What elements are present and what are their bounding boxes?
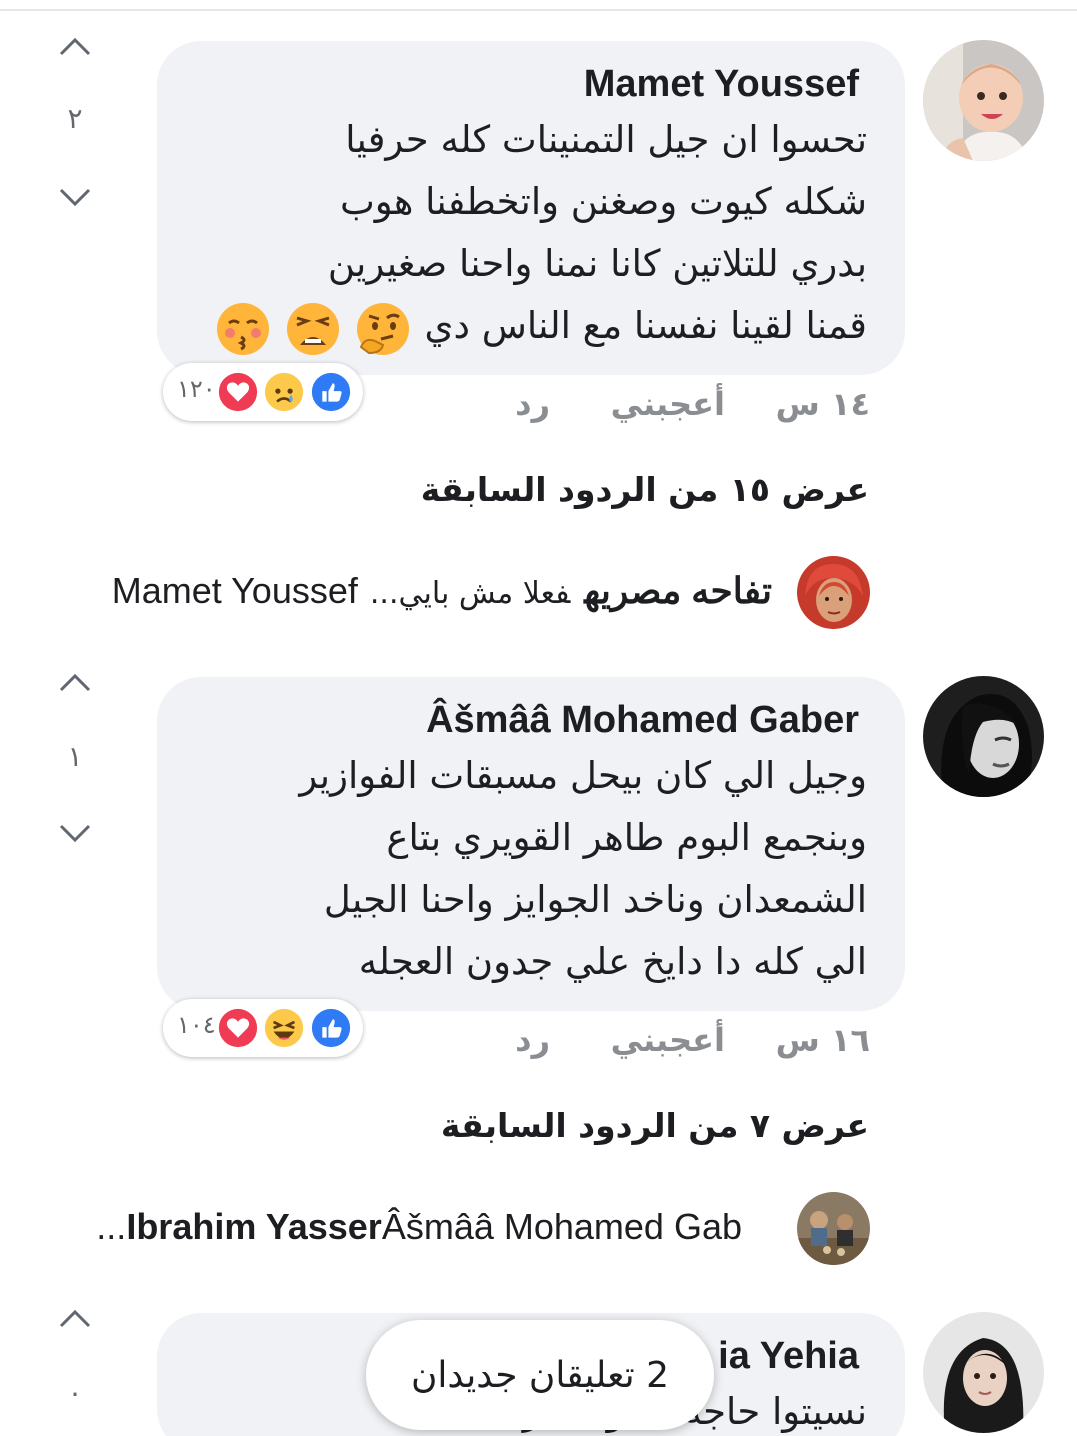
vote-control: ٠ bbox=[40, 1302, 110, 1436]
view-previous-replies[interactable]: عرض ٧ من الردود السابقة bbox=[441, 1106, 869, 1145]
sad-reaction-icon bbox=[261, 369, 307, 415]
comment-bubble: Mamet Youssef تحسوا ان جيل التمنينات كله… bbox=[157, 41, 905, 375]
vote-control: ١ bbox=[40, 666, 110, 866]
like-reaction-icon bbox=[308, 369, 354, 415]
reaction-count: ١٠٤ bbox=[177, 1011, 216, 1039]
comment-author[interactable]: Mamet Youssef bbox=[157, 59, 867, 109]
reply-avatar[interactable] bbox=[797, 1192, 870, 1265]
reply-avatar[interactable] bbox=[797, 556, 870, 629]
upvote-chevron-icon[interactable] bbox=[57, 34, 93, 58]
comment-time: ١٤ س bbox=[775, 385, 870, 423]
comment-text-line: الي كله دا دايخ علي جدون العجله bbox=[358, 940, 867, 983]
comment-time: ١٦ س bbox=[775, 1021, 870, 1059]
downvote-chevron-icon[interactable] bbox=[57, 186, 93, 210]
comment-text-line: قمنا لقينا نفسنا مع الناس دي bbox=[157, 295, 867, 359]
like-reaction-icon bbox=[308, 1005, 354, 1051]
love-reaction-icon bbox=[215, 1005, 261, 1051]
upvote-chevron-icon[interactable] bbox=[57, 670, 93, 694]
vote-control: ٢ bbox=[40, 30, 110, 230]
reaction-count: ١٢٠ bbox=[177, 375, 216, 403]
upvote-chevron-icon[interactable] bbox=[57, 1306, 93, 1330]
emoji-group bbox=[213, 297, 411, 359]
love-reaction-icon bbox=[215, 369, 261, 415]
reply-preview[interactable]: تفاحه مصريه فعلا مش بايي... Mamet Youssef bbox=[112, 570, 772, 612]
vote-count: ١ bbox=[67, 740, 83, 773]
top-divider bbox=[0, 9, 1077, 11]
avatar[interactable] bbox=[923, 1312, 1044, 1433]
new-comments-button[interactable]: 2 تعليقان جديدان bbox=[366, 1320, 714, 1430]
downvote-chevron-icon[interactable] bbox=[57, 822, 93, 846]
haha-reaction-icon bbox=[261, 1005, 307, 1051]
comment-text-line: شكله كيوت وصغنن واتخطفنا هوب bbox=[339, 180, 867, 223]
weary-face-icon bbox=[286, 303, 339, 355]
like-link[interactable]: أعجبني bbox=[611, 385, 725, 423]
kissing-face-icon bbox=[216, 303, 269, 355]
reaction-summary[interactable]: ١٢٠ bbox=[163, 363, 363, 421]
comment-text: قمنا لقينا نفسنا مع الناس دي bbox=[424, 304, 867, 347]
reply-snippet: فعلا مش بايي... bbox=[369, 576, 571, 611]
avatar[interactable] bbox=[923, 676, 1044, 797]
comment-text-line: الشمعدان وناخد الجوايز واحنا الجيل bbox=[323, 878, 867, 921]
like-link[interactable]: أعجبني bbox=[611, 1021, 725, 1059]
thinking-face-icon bbox=[356, 303, 409, 355]
avatar[interactable] bbox=[923, 40, 1044, 161]
comment-author[interactable]: Âšmââ Mohamed Gaber bbox=[157, 695, 867, 745]
comment-bubble: Âšmââ Mohamed Gaber وجيل الي كان بيحل مس… bbox=[157, 677, 905, 1011]
reply-link[interactable]: رد bbox=[515, 1021, 550, 1059]
vote-count: ٢ bbox=[67, 102, 83, 135]
vote-count: ٠ bbox=[67, 1376, 83, 1409]
comment-text-line: بدري للتلاتين كانا نمنا واحنا صغيرين bbox=[327, 242, 867, 285]
reply-to-name: Mamet Youssef bbox=[111, 570, 358, 611]
reply-author: Ibrahim Yasser bbox=[126, 1206, 382, 1247]
view-previous-replies[interactable]: عرض ١٥ من الردود السابقة bbox=[421, 470, 869, 509]
reply-link[interactable]: رد bbox=[515, 385, 550, 423]
comment-text-line: وجيل الي كان بيحل مسبقات الفوازير bbox=[299, 754, 867, 797]
reply-preview[interactable]: Ibrahim YasserÂšmââ Mohamed Gab... bbox=[96, 1206, 772, 1248]
comment-text-line: تحسوا ان جيل التمنينات كله حرفيا bbox=[345, 118, 867, 161]
comment-text-line: وبنجمع البوم طاهر القويري بتاع bbox=[386, 816, 867, 859]
reaction-summary[interactable]: ١٠٤ bbox=[163, 999, 363, 1057]
reply-author: تفاحه مصريه bbox=[584, 570, 772, 611]
